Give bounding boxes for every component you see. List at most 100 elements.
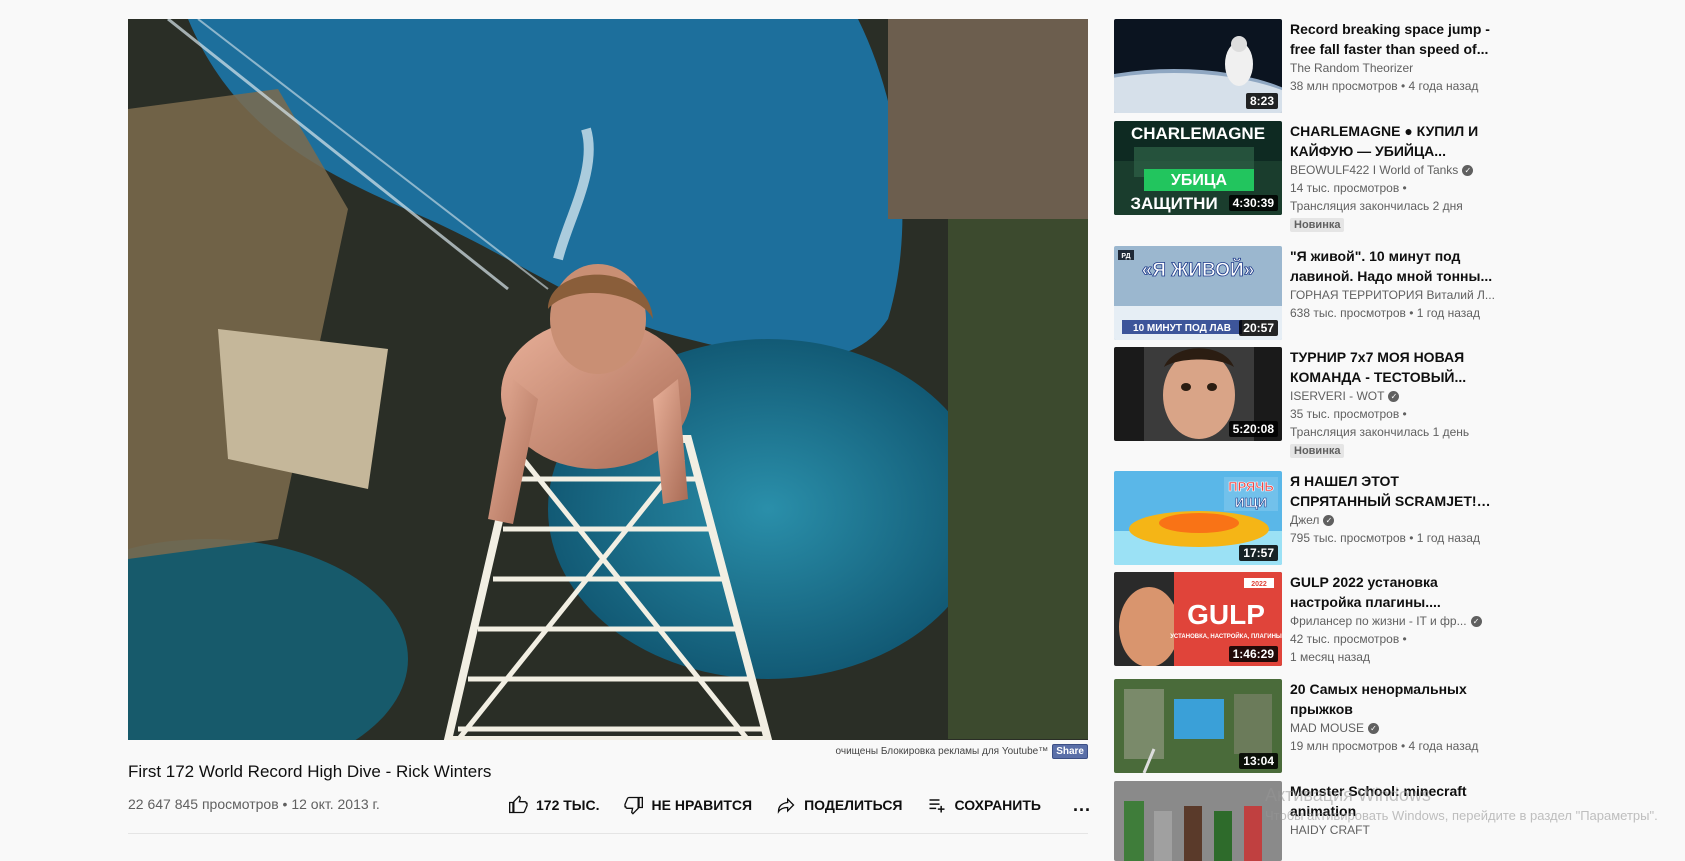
verified-icon: ✓ — [1470, 616, 1482, 628]
rec-info: 20 Самых ненормальных прыжков MAD MOUSE ✓… — [1290, 679, 1495, 755]
share-button[interactable]: ПОДЕЛИТЬСЯ — [776, 795, 903, 815]
rec-duration: 5:20:08 — [1228, 421, 1278, 437]
thumb-text-bottom: ЗАЩИТНИ — [1130, 194, 1217, 213]
like-count: 172 ТЫС. — [536, 797, 600, 813]
rec-age: 1 год назад — [1416, 531, 1480, 545]
video-frame — [128, 19, 1088, 740]
rec-duration: 17:57 — [1239, 545, 1278, 561]
save-label: СОХРАНИТЬ — [954, 797, 1041, 813]
thumb-text-main: ПРЯЧЬ — [1228, 479, 1274, 494]
rec-item[interactable]: РД «Я ЖИВОЙ» 10 МИНУТ ПОД ЛАВ 20:57 "Я ж… — [1114, 246, 1685, 340]
video-meta: 22 647 845 просмотров • 12 окт. 2013 г. — [128, 796, 380, 812]
rec-stats: 38 млн просмотров • 4 года назад — [1290, 79, 1479, 93]
rec-channel: BEOWULF422 I World of Tanks ✓ — [1290, 161, 1495, 179]
rec-views: 795 тыс. просмотров — [1290, 531, 1406, 545]
rec-title: CHARLEMAGNE ● КУПИЛ И КАЙФУЮ — УБИЙЦА... — [1290, 123, 1479, 159]
rec-duration: 4:30:39 — [1228, 195, 1278, 211]
rec-views: 42 тыс. просмотров — [1290, 632, 1400, 646]
video-actions: 172 ТЫС. НЕ НРАВИТСЯ ПОДЕЛИТЬСЯ СОХРАНИТ… — [508, 790, 1091, 820]
rec-thumbnail[interactable]: CHARLEMAGNE УБИЦА ЗАЩИТНИ 4:30:39 — [1114, 121, 1282, 215]
rec-channel: ISERVERI - WOT ✓ — [1290, 387, 1495, 405]
rec-title: GULP 2022 установка настройка плагины...… — [1290, 574, 1441, 610]
rec-age: 4 года назад — [1408, 739, 1479, 753]
rec-thumbnail[interactable]: 8:23 — [1114, 19, 1282, 113]
rec-channel: Джел ✓ — [1290, 511, 1495, 529]
rec-item[interactable]: ПРЯЧЬ ИЩИ 17:57 Я НАШЕЛ ЭТОТ СПРЯТАННЫЙ … — [1114, 471, 1685, 565]
thumb-text-mid: УБИЦА — [1171, 172, 1228, 189]
rec-age: 1 год назад — [1416, 306, 1480, 320]
rec-stats: 795 тыс. просмотров • 1 год назад — [1290, 531, 1480, 545]
like-button[interactable]: 172 ТЫС. — [508, 795, 600, 815]
rec-stats: 35 тыс. просмотров • — [1290, 407, 1407, 421]
thumb-year: 2022 — [1251, 581, 1267, 588]
rec-duration: 1:46:29 — [1228, 646, 1278, 662]
verified-icon: ✓ — [1323, 515, 1335, 527]
verified-icon: ✓ — [1368, 723, 1380, 735]
rec-channel: MAD MOUSE ✓ — [1290, 719, 1495, 737]
rec-views: 38 млн просмотров — [1290, 79, 1398, 93]
dislike-button[interactable]: НЕ НРАВИТСЯ — [623, 795, 753, 815]
thumb-text-sub: 10 МИНУТ ПОД ЛАВ — [1133, 323, 1231, 334]
adblock-notice: очищены Блокировка рекламы для Youtube™ … — [128, 742, 1088, 760]
rec-title: ТУРНИР 7х7 МОЯ НОВАЯ КОМАНДА - ТЕСТОВЫЙ.… — [1290, 349, 1467, 385]
rec-age: Трансляция закончилась 2 дня — [1290, 199, 1463, 213]
rec-age: 4 года назад — [1408, 79, 1479, 93]
rec-thumbnail[interactable]: 2022 GULP УСТАНОВКА, НАСТРОЙКА, ПЛАГИНЫ … — [1114, 572, 1282, 666]
publish-date: 12 окт. 2013 г. — [291, 796, 380, 812]
rec-thumbnail[interactable]: 5:20:08 — [1114, 347, 1282, 441]
video-title: First 172 World Record High Dive - Rick … — [128, 762, 492, 781]
rec-channel-name: The Random Theorizer — [1290, 61, 1414, 75]
rec-duration: 8:23 — [1245, 93, 1278, 109]
save-button[interactable]: СОХРАНИТЬ — [927, 795, 1041, 815]
video-player[interactable] — [128, 19, 1088, 740]
thumb-tag: РД — [1121, 253, 1130, 260]
rec-channel-name: ISERVERI - WOT — [1290, 389, 1385, 403]
rec-thumbnail[interactable]: РД «Я ЖИВОЙ» 10 МИНУТ ПОД ЛАВ 20:57 — [1114, 246, 1282, 340]
thumbs-up-icon — [509, 795, 528, 814]
thumb-text-top: CHARLEMAGNE — [1131, 124, 1265, 143]
rec-views: 14 тыс. просмотров — [1290, 181, 1400, 195]
rec-info: ТУРНИР 7х7 МОЯ НОВАЯ КОМАНДА - ТЕСТОВЫЙ.… — [1290, 347, 1495, 459]
rec-thumbnail[interactable]: ПРЯЧЬ ИЩИ 17:57 — [1114, 471, 1282, 565]
thumbs-down-icon — [623, 796, 643, 815]
rec-thumbnail[interactable] — [1114, 781, 1282, 861]
share-icon — [777, 797, 795, 814]
rec-channel-name: ГОРНАЯ ТЕРРИТОРИЯ Виталий Л... — [1290, 288, 1495, 302]
rec-channel: HAIDY CRAFT — [1290, 821, 1495, 839]
rec-info: GULP 2022 установка настройка плагины...… — [1290, 572, 1495, 666]
share-label: ПОДЕЛИТЬСЯ — [804, 797, 903, 813]
verified-icon: ✓ — [1462, 165, 1474, 177]
dislike-label: НЕ НРАВИТСЯ — [651, 797, 753, 813]
verified-icon: ✓ — [1388, 391, 1400, 403]
rec-channel-name: HAIDY CRAFT — [1290, 823, 1370, 837]
divider — [128, 833, 1088, 834]
rec-views: 19 млн просмотров — [1290, 739, 1398, 753]
rec-channel: Фрилансер по жизни - IT и фр... ✓ — [1290, 612, 1495, 630]
rec-item[interactable]: 13:04 20 Самых ненормальных прыжков MAD … — [1114, 679, 1685, 773]
playlist-add-icon — [929, 799, 944, 813]
rec-item[interactable]: 2022 GULP УСТАНОВКА, НАСТРОЙКА, ПЛАГИНЫ … — [1114, 572, 1685, 666]
rec-item[interactable]: 8:23 Record breaking space jump - free f… — [1114, 19, 1685, 113]
rec-channel-name: Джел — [1290, 513, 1320, 527]
more-actions-button[interactable]: ... — [1073, 795, 1091, 816]
rec-item[interactable]: CHARLEMAGNE УБИЦА ЗАЩИТНИ 4:30:39 CHARLE… — [1114, 121, 1685, 232]
adblock-text: очищены Блокировка рекламы для Youtube™ — [835, 745, 1049, 757]
rec-channel: ГОРНАЯ ТЕРРИТОРИЯ Виталий Л... — [1290, 286, 1495, 304]
rec-thumbnail[interactable]: 13:04 — [1114, 679, 1282, 773]
rec-item[interactable]: 5:20:08 ТУРНИР 7х7 МОЯ НОВАЯ КОМАНДА - Т… — [1114, 347, 1685, 458]
rec-duration: 20:57 — [1239, 320, 1278, 336]
rec-info: Record breaking space jump - free fall f… — [1290, 19, 1495, 95]
rec-stats: 638 тыс. просмотров • 1 год назад — [1290, 306, 1480, 320]
thumb-text-sub: ИЩИ — [1235, 495, 1267, 510]
thumb-text-main: «Я ЖИВОЙ» — [1142, 259, 1255, 281]
rec-channel: The Random Theorizer — [1290, 59, 1495, 77]
rec-stats: 42 тыс. просмотров • — [1290, 632, 1407, 646]
rec-duration: 13:04 — [1239, 753, 1278, 769]
rec-title: Record breaking space jump - free fall f… — [1290, 21, 1490, 57]
thumb-text-sub: УСТАНОВКА, НАСТРОЙКА, ПЛАГИНЫ — [1170, 632, 1282, 640]
view-count: 22 647 845 просмотров — [128, 796, 279, 812]
rec-channel-name: BEOWULF422 I World of Tanks — [1290, 163, 1459, 177]
windows-activation-watermark: Активация Windows — [1265, 785, 1431, 805]
rec-title: 20 Самых ненормальных прыжков — [1290, 681, 1467, 717]
adblock-share-button[interactable]: Share — [1052, 743, 1088, 759]
